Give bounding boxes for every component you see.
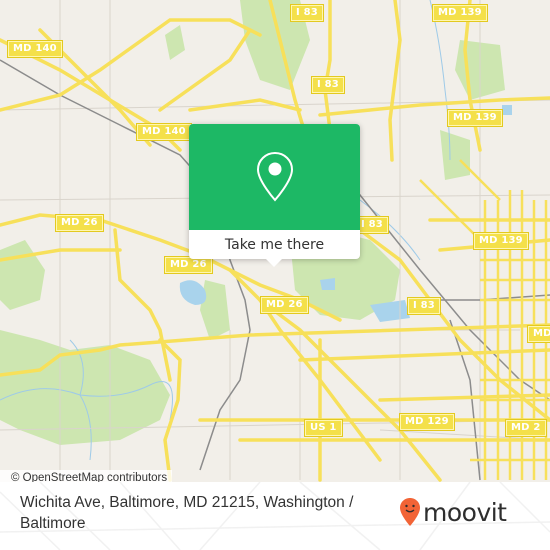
moovit-logo[interactable]: moovit <box>399 492 507 532</box>
footer-bar: Wichita Ave, Baltimore, MD 21215, Washin… <box>0 482 550 550</box>
location-popup: Take me there <box>189 124 360 267</box>
moovit-pin-smile-icon <box>400 498 420 526</box>
road-shield-md26: MD 26 <box>55 214 104 232</box>
road-shield-i83: I 83 <box>355 216 389 234</box>
road-shield-md26: MD 26 <box>164 256 213 274</box>
road-shield-md2: MD 2 <box>505 419 547 437</box>
take-me-there-button[interactable]: Take me there <box>189 230 360 259</box>
map-attribution[interactable]: © OpenStreetMap contributors <box>0 470 173 482</box>
road-shield-md26: MD 26 <box>260 296 309 314</box>
road-shield-us1: US 1 <box>304 419 343 437</box>
location-address: Wichita Ave, Baltimore, MD 21215, Washin… <box>20 494 354 532</box>
road-shield-i83: I 83 <box>311 76 345 94</box>
road-shield-md4: MD 4 <box>527 325 550 343</box>
map-pin-icon <box>256 151 293 202</box>
road-shield-md139: MD 139 <box>447 109 503 127</box>
road-shield-md140: MD 140 <box>7 40 63 58</box>
popup-pointer <box>265 258 283 267</box>
road-shield-md139: MD 139 <box>432 4 488 22</box>
popup-header <box>189 124 360 230</box>
map-view[interactable]: MD 140 MD 140 I 83 I 83 MD 139 MD 139 MD… <box>0 0 550 482</box>
road-shield-i83: I 83 <box>290 4 324 22</box>
road-shield-md139: MD 139 <box>473 232 529 250</box>
moovit-wordmark: moovit <box>423 497 507 527</box>
road-shield-i83: I 83 <box>407 297 441 315</box>
road-shield-md129: MD 129 <box>399 413 455 431</box>
road-shield-md140: MD 140 <box>136 123 192 141</box>
